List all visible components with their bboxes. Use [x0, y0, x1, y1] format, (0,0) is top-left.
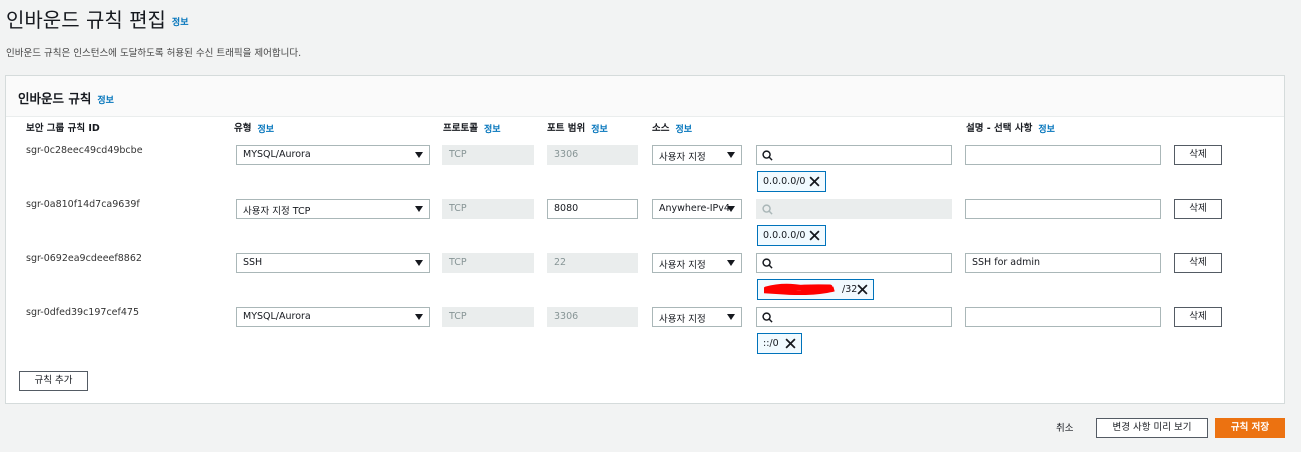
- chevron-down-icon: [415, 206, 423, 212]
- rule-id: sgr-0c28eec49cd49bcbe: [26, 145, 143, 156]
- page-info-link[interactable]: 정보: [172, 18, 189, 28]
- protocol-field: TCP: [442, 307, 534, 327]
- remove-token-icon[interactable]: [809, 230, 820, 241]
- panel-info-link[interactable]: 정보: [97, 96, 114, 106]
- cidr-token: 0.0.0.0/0: [757, 225, 826, 246]
- search-icon: [762, 258, 773, 269]
- type-select[interactable]: SSH: [236, 253, 430, 273]
- source-info-link[interactable]: 정보: [675, 125, 692, 135]
- source-select[interactable]: Anywhere-IPv4: [652, 199, 742, 219]
- col-header-description: 설명 - 선택 사항 정보: [966, 123, 1055, 135]
- redaction-scribble: [764, 283, 835, 295]
- description-input[interactable]: [965, 145, 1161, 165]
- cidr-search-input[interactable]: [756, 307, 952, 327]
- type-select[interactable]: MYSQL/Aurora: [236, 145, 430, 165]
- source-select[interactable]: 사용자 지정: [652, 145, 742, 165]
- port-range-field: 3306: [547, 145, 638, 165]
- chevron-down-icon: [415, 260, 423, 266]
- description-input[interactable]: [965, 199, 1161, 219]
- description-input[interactable]: SSH for admin: [965, 253, 1161, 273]
- cidr-token: 0.0.0.0/0: [757, 171, 826, 192]
- col-header-rule-id: 보안 그룹 규칙 ID: [26, 123, 100, 134]
- chevron-down-icon: [415, 314, 423, 320]
- remove-token-icon[interactable]: [785, 338, 796, 349]
- search-icon: [762, 204, 773, 215]
- type-select[interactable]: MYSQL/Aurora: [236, 307, 430, 327]
- cidr-search-input[interactable]: [756, 253, 952, 273]
- protocol-field: TCP: [442, 253, 534, 273]
- port-range-field: 22: [547, 253, 638, 273]
- search-icon: [762, 150, 773, 161]
- delete-rule-button[interactable]: 삭제: [1174, 253, 1222, 273]
- cidr-search-input: [756, 199, 952, 219]
- delete-rule-button[interactable]: 삭제: [1174, 145, 1222, 165]
- cancel-button[interactable]: 취소: [1056, 420, 1073, 434]
- port-range-input[interactable]: 8080: [547, 199, 638, 219]
- chevron-down-icon: [727, 152, 735, 158]
- search-icon: [762, 312, 773, 323]
- col-header-type: 유형 정보: [234, 123, 275, 135]
- cidr-token: /32: [757, 279, 874, 300]
- col-header-source: 소스 정보: [652, 123, 693, 135]
- remove-token-icon[interactable]: [809, 176, 820, 187]
- protocol-field: TCP: [442, 199, 534, 219]
- delete-rule-button[interactable]: 삭제: [1174, 307, 1222, 327]
- cidr-token: ::/0: [757, 333, 802, 354]
- protocol-field: TCP: [442, 145, 534, 165]
- rule-id: sgr-0692ea9cdeeef8862: [26, 253, 142, 264]
- preview-changes-button[interactable]: 변경 사항 미리 보기: [1096, 418, 1208, 438]
- rule-id: sgr-0dfed39c197cef475: [26, 307, 139, 318]
- inbound-rules-panel: 인바운드 규칙 정보 보안 그룹 규칙 ID 유형 정보 프로토콜 정보 포트 범위 정…: [5, 75, 1285, 404]
- cidr-search-input[interactable]: [756, 145, 952, 165]
- add-rule-button[interactable]: 규칙 추가: [19, 371, 88, 391]
- chevron-down-icon: [727, 314, 735, 320]
- save-rules-button[interactable]: 규칙 저장: [1215, 418, 1285, 438]
- source-select[interactable]: 사용자 지정: [652, 253, 742, 273]
- page-description: 인바운드 규칙은 인스턴스에 도달하도록 허용된 수신 트래픽을 제어합니다.: [6, 48, 302, 59]
- col-header-port-range: 포트 범위 정보: [547, 123, 608, 135]
- type-select[interactable]: 사용자 지정 TCP: [236, 199, 430, 219]
- page-title: 인바운드 규칙 편집 정보: [6, 8, 189, 32]
- col-header-protocol: 프로토콜 정보: [443, 123, 501, 135]
- panel-header: 인바운드 규칙 정보: [6, 76, 1284, 117]
- panel-title: 인바운드 규칙 정보: [18, 91, 114, 106]
- rule-id: sgr-0a810f14d7ca9639f: [26, 199, 140, 210]
- port-range-field: 3306: [547, 307, 638, 327]
- protocol-info-link[interactable]: 정보: [484, 125, 501, 135]
- description-info-link[interactable]: 정보: [1038, 125, 1055, 135]
- remove-token-icon[interactable]: [857, 284, 868, 295]
- delete-rule-button[interactable]: 삭제: [1174, 199, 1222, 219]
- port-range-info-link[interactable]: 정보: [591, 125, 608, 135]
- description-input[interactable]: [965, 307, 1161, 327]
- chevron-down-icon: [415, 152, 423, 158]
- chevron-down-icon: [727, 260, 735, 266]
- chevron-down-icon: [727, 206, 735, 212]
- type-info-link[interactable]: 정보: [257, 125, 274, 135]
- source-select[interactable]: 사용자 지정: [652, 307, 742, 327]
